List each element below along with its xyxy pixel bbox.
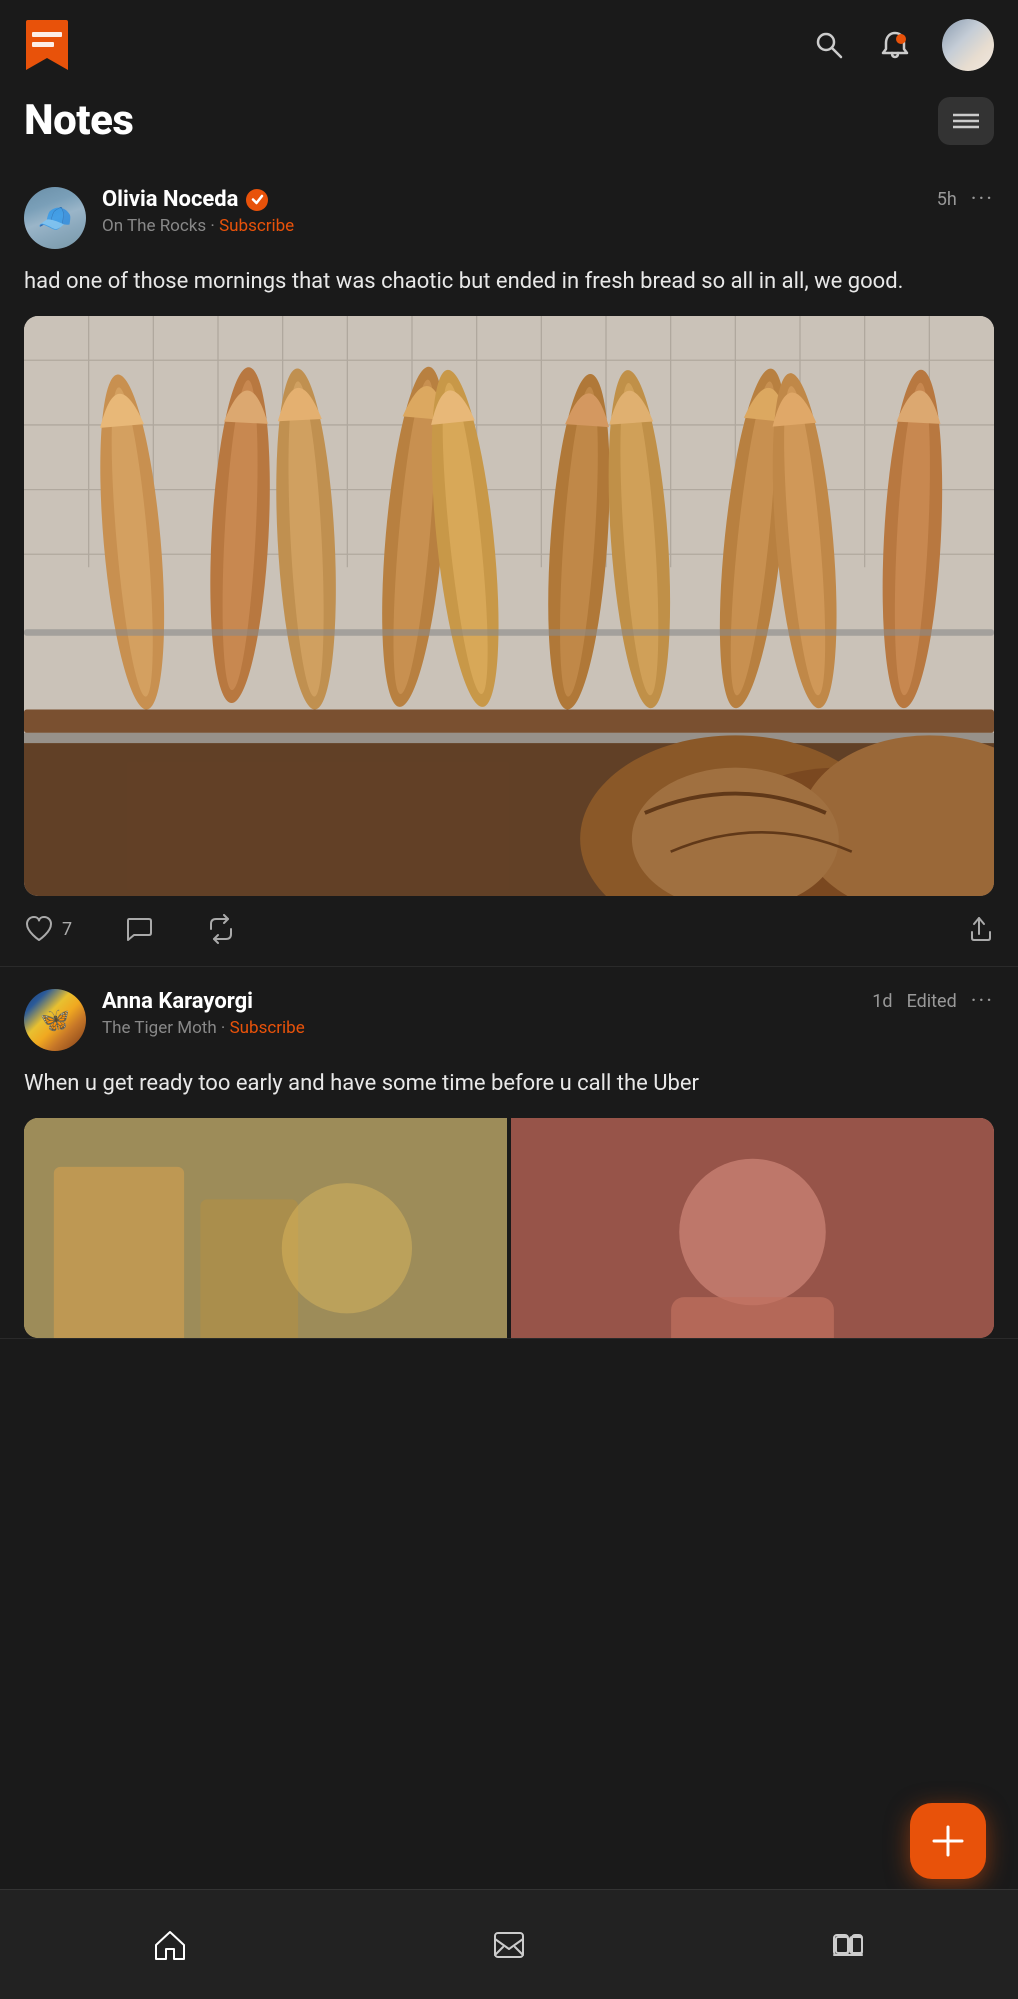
post-body: had one of those mornings that was chaot…	[24, 265, 994, 298]
subscribe-link[interactable]: Subscribe	[230, 1018, 305, 1038]
post-actions: 7	[24, 896, 994, 966]
compose-fab[interactable]	[910, 1803, 986, 1879]
post-time-wrap: 1d Edited ···	[872, 989, 994, 1014]
post-header: 🧢 Olivia Noceda 5h ···	[24, 187, 994, 249]
author-name[interactable]: Olivia Noceda	[102, 187, 238, 212]
post-image-1	[24, 1118, 507, 1338]
page-title-bar: Notes	[0, 86, 1018, 165]
post-images-grid[interactable]	[24, 1118, 994, 1338]
notes-feed: 🧢 Olivia Noceda 5h ···	[0, 165, 1018, 1459]
post-publication: On The Rocks · Subscribe	[102, 216, 994, 236]
comment-button[interactable]	[124, 914, 154, 944]
share-button[interactable]	[964, 914, 994, 944]
bread-svg	[24, 316, 994, 896]
post-card: 🧢 Olivia Noceda 5h ···	[0, 165, 1018, 967]
post-header: 🦋 Anna Karayorgi 1d Edited ··· The Tiger…	[24, 989, 994, 1051]
like-count: 7	[62, 919, 72, 940]
post-body: When u get ready too early and have some…	[24, 1067, 994, 1100]
subscribe-link[interactable]: Subscribe	[219, 216, 294, 236]
bottom-nav-activity[interactable]	[802, 1919, 894, 1971]
verified-badge	[246, 189, 268, 211]
post-more-button[interactable]: ···	[971, 989, 994, 1014]
post-image[interactable]	[24, 316, 994, 896]
post-publication: The Tiger Moth · Subscribe	[102, 1018, 994, 1038]
notifications-icon[interactable]	[876, 26, 914, 64]
like-button[interactable]: 7	[24, 914, 72, 944]
author-avatar[interactable]: 🧢	[24, 187, 86, 249]
bread-image	[24, 316, 994, 896]
post-meta: Anna Karayorgi 1d Edited ··· The Tiger M…	[102, 989, 994, 1038]
search-icon[interactable]	[810, 26, 848, 64]
author-name-wrap: Olivia Noceda	[102, 187, 268, 212]
bottom-nav	[0, 1889, 1018, 1999]
post-more-button[interactable]: ···	[971, 187, 994, 212]
top-nav	[0, 0, 1018, 86]
author-avatar[interactable]: 🦋	[24, 989, 86, 1051]
post-card: 🦋 Anna Karayorgi 1d Edited ··· The Tiger…	[0, 967, 1018, 1339]
app-logo[interactable]	[24, 18, 70, 72]
filter-menu-button[interactable]	[938, 97, 994, 145]
user-avatar-nav[interactable]	[942, 19, 994, 71]
post-time-wrap: 5h ···	[937, 187, 994, 212]
post-author-row: Olivia Noceda 5h ···	[102, 187, 994, 212]
repost-button[interactable]	[206, 914, 236, 944]
author-name-wrap: Anna Karayorgi	[102, 989, 253, 1014]
post-author-row: Anna Karayorgi 1d Edited ···	[102, 989, 994, 1014]
post-time: 5h	[937, 189, 957, 210]
author-name[interactable]: Anna Karayorgi	[102, 989, 253, 1014]
page-title: Notes	[24, 96, 133, 145]
nav-icons	[810, 19, 994, 71]
post-image-2	[511, 1118, 994, 1338]
bottom-nav-home[interactable]	[124, 1919, 216, 1971]
post-time: 1d	[872, 991, 892, 1012]
post-meta: Olivia Noceda 5h ··· On The Rocks	[102, 187, 994, 236]
post-edited-label: Edited	[907, 991, 957, 1012]
bottom-nav-inbox[interactable]	[463, 1919, 555, 1971]
